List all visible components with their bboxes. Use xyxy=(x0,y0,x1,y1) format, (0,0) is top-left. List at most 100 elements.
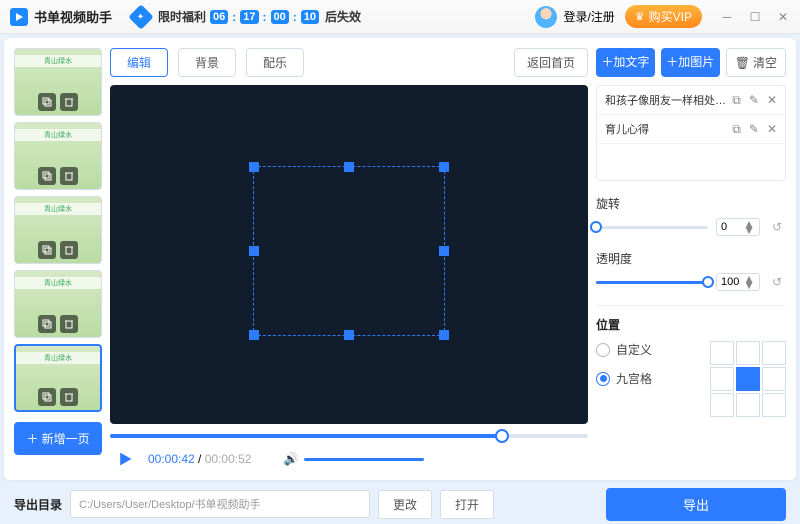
tab-background[interactable]: 背景 xyxy=(178,48,236,77)
grid-cell[interactable] xyxy=(710,393,734,417)
avatar-icon xyxy=(535,6,557,28)
delete-thumb-icon[interactable] xyxy=(60,93,78,111)
delete-thumb-icon[interactable] xyxy=(60,241,78,259)
timer-d2: 17 xyxy=(240,10,258,24)
maximize-button[interactable]: ☐ xyxy=(748,10,762,24)
timeline[interactable] xyxy=(110,434,588,438)
properties-panel: ＋加文字 ＋加图片 🗑清空 和孩子像朋友一样相处和孩子像⧉✎✕育儿心得⧉✎✕ 旋… xyxy=(596,48,786,470)
page-thumb[interactable]: 青山绿水 xyxy=(14,122,102,190)
canvas[interactable] xyxy=(110,85,588,424)
page-thumb[interactable]: 青山绿水 xyxy=(14,196,102,264)
text-item-label: 育儿心得 xyxy=(605,121,732,137)
login-link[interactable]: 登录/注册 xyxy=(535,6,614,28)
rotate-knob[interactable] xyxy=(590,221,602,233)
position-grid xyxy=(710,341,786,417)
delete-icon[interactable]: ✕ xyxy=(767,93,777,108)
open-path-button[interactable]: 打开 xyxy=(440,490,494,519)
timer-d3: 00 xyxy=(271,10,289,24)
back-home-button[interactable]: 返回首页 xyxy=(514,48,588,77)
handle-tr[interactable] xyxy=(439,162,449,172)
edit-icon[interactable]: ✎ xyxy=(749,93,759,108)
time-display: 00:00:42 / 00:00:52 xyxy=(148,452,251,466)
play-button[interactable] xyxy=(114,448,136,470)
thumb-label: 青山绿水 xyxy=(15,129,101,141)
page-thumb[interactable]: 青山绿水 xyxy=(14,344,102,412)
delete-thumb-icon[interactable] xyxy=(60,315,78,333)
rotate-slider[interactable] xyxy=(596,226,708,229)
opacity-input[interactable]: 100▲▼ xyxy=(716,273,760,291)
handle-l[interactable] xyxy=(249,246,259,256)
opacity-knob[interactable] xyxy=(702,276,714,288)
rotate-control: 旋转 0▲▼ ↺ xyxy=(596,195,786,236)
timeline-progress xyxy=(110,434,502,438)
copy-thumb-icon[interactable] xyxy=(38,241,56,259)
app-title: 书单视频助手 xyxy=(34,7,112,26)
grid-cell[interactable] xyxy=(762,341,786,365)
add-page-button[interactable]: ＋ 新增一页 xyxy=(14,422,102,455)
rotate-label: 旋转 xyxy=(596,195,786,212)
minimize-button[interactable]: ─ xyxy=(720,10,734,24)
add-image-button[interactable]: ＋加图片 xyxy=(661,48,720,77)
add-text-button[interactable]: ＋加文字 xyxy=(596,48,655,77)
promo-banner[interactable]: ✦ 限时福利 06: 17: 00: 10 后失效 xyxy=(132,8,361,26)
promo-label: 限时福利 xyxy=(158,8,206,25)
volume-slider[interactable] xyxy=(304,458,424,461)
grid-cell[interactable] xyxy=(762,367,786,391)
footer: 导出目录 C:/Users/User/Desktop/书单视频助手 更改 打开 … xyxy=(0,484,800,524)
clear-button[interactable]: 🗑清空 xyxy=(726,48,786,77)
copy-thumb-icon[interactable] xyxy=(38,167,56,185)
grid-cell[interactable] xyxy=(710,341,734,365)
change-path-button[interactable]: 更改 xyxy=(378,490,432,519)
volume-icon[interactable]: 🔊 xyxy=(283,452,298,466)
export-button[interactable]: 导出 xyxy=(606,488,786,521)
timeline-knob[interactable] xyxy=(495,429,509,443)
time-total: 00:00:52 xyxy=(205,452,252,466)
app-icon xyxy=(10,8,28,26)
page-thumb[interactable]: 青山绿水 xyxy=(14,48,102,116)
copy-icon[interactable]: ⧉ xyxy=(732,122,741,137)
opacity-reset[interactable]: ↺ xyxy=(768,273,786,291)
close-button[interactable]: ✕ xyxy=(776,10,790,24)
grid-cell[interactable] xyxy=(736,367,760,391)
copy-thumb-icon[interactable] xyxy=(38,315,56,333)
handle-t[interactable] xyxy=(344,162,354,172)
opacity-slider[interactable] xyxy=(596,281,708,284)
grid-cell[interactable] xyxy=(710,367,734,391)
selection-rect[interactable] xyxy=(253,166,444,336)
rotate-input[interactable]: 0▲▼ xyxy=(716,218,760,236)
copy-thumb-icon[interactable] xyxy=(38,388,56,406)
edit-icon[interactable]: ✎ xyxy=(749,122,759,137)
handle-b[interactable] xyxy=(344,330,354,340)
timer-d4: 10 xyxy=(301,10,319,24)
copy-thumb-icon[interactable] xyxy=(38,93,56,111)
player-controls: 00:00:42 / 00:00:52 🔊 xyxy=(110,448,588,470)
text-item-list: 和孩子像朋友一样相处和孩子像⧉✎✕育儿心得⧉✎✕ xyxy=(596,85,786,181)
handle-r[interactable] xyxy=(439,246,449,256)
titlebar: 书单视频助手 ✦ 限时福利 06: 17: 00: 10 后失效 登录/注册 ♛… xyxy=(0,0,800,34)
tab-music[interactable]: 配乐 xyxy=(246,48,304,77)
handle-tl[interactable] xyxy=(249,162,259,172)
vip-label: 购买VIP xyxy=(649,8,692,25)
copy-icon[interactable]: ⧉ xyxy=(732,93,741,108)
promo-icon: ✦ xyxy=(128,4,153,29)
trash-icon: 🗑 xyxy=(735,56,750,70)
thumb-label: 青山绿水 xyxy=(15,55,101,67)
delete-thumb-icon[interactable] xyxy=(60,167,78,185)
handle-bl[interactable] xyxy=(249,330,259,340)
vip-button[interactable]: ♛ 购买VIP xyxy=(625,5,702,28)
tab-edit[interactable]: 编辑 xyxy=(110,48,168,77)
radio-custom[interactable]: 自定义 xyxy=(596,341,652,358)
export-path-input[interactable]: C:/Users/User/Desktop/书单视频助手 xyxy=(70,490,370,518)
handle-br[interactable] xyxy=(439,330,449,340)
delete-icon[interactable]: ✕ xyxy=(767,122,777,137)
grid-cell[interactable] xyxy=(736,341,760,365)
promo-suffix: 后失效 xyxy=(325,8,361,25)
grid-cell[interactable] xyxy=(736,393,760,417)
grid-cell[interactable] xyxy=(762,393,786,417)
page-thumb[interactable]: 青山绿水 xyxy=(14,270,102,338)
radio-grid[interactable]: 九宫格 xyxy=(596,370,652,387)
rotate-reset[interactable]: ↺ xyxy=(768,218,786,236)
text-item-row[interactable]: 育儿心得⧉ ✎ ✕ xyxy=(597,115,785,144)
delete-thumb-icon[interactable] xyxy=(60,388,78,406)
text-item-row[interactable]: 和孩子像朋友一样相处和孩子像⧉✎✕ xyxy=(597,86,785,115)
